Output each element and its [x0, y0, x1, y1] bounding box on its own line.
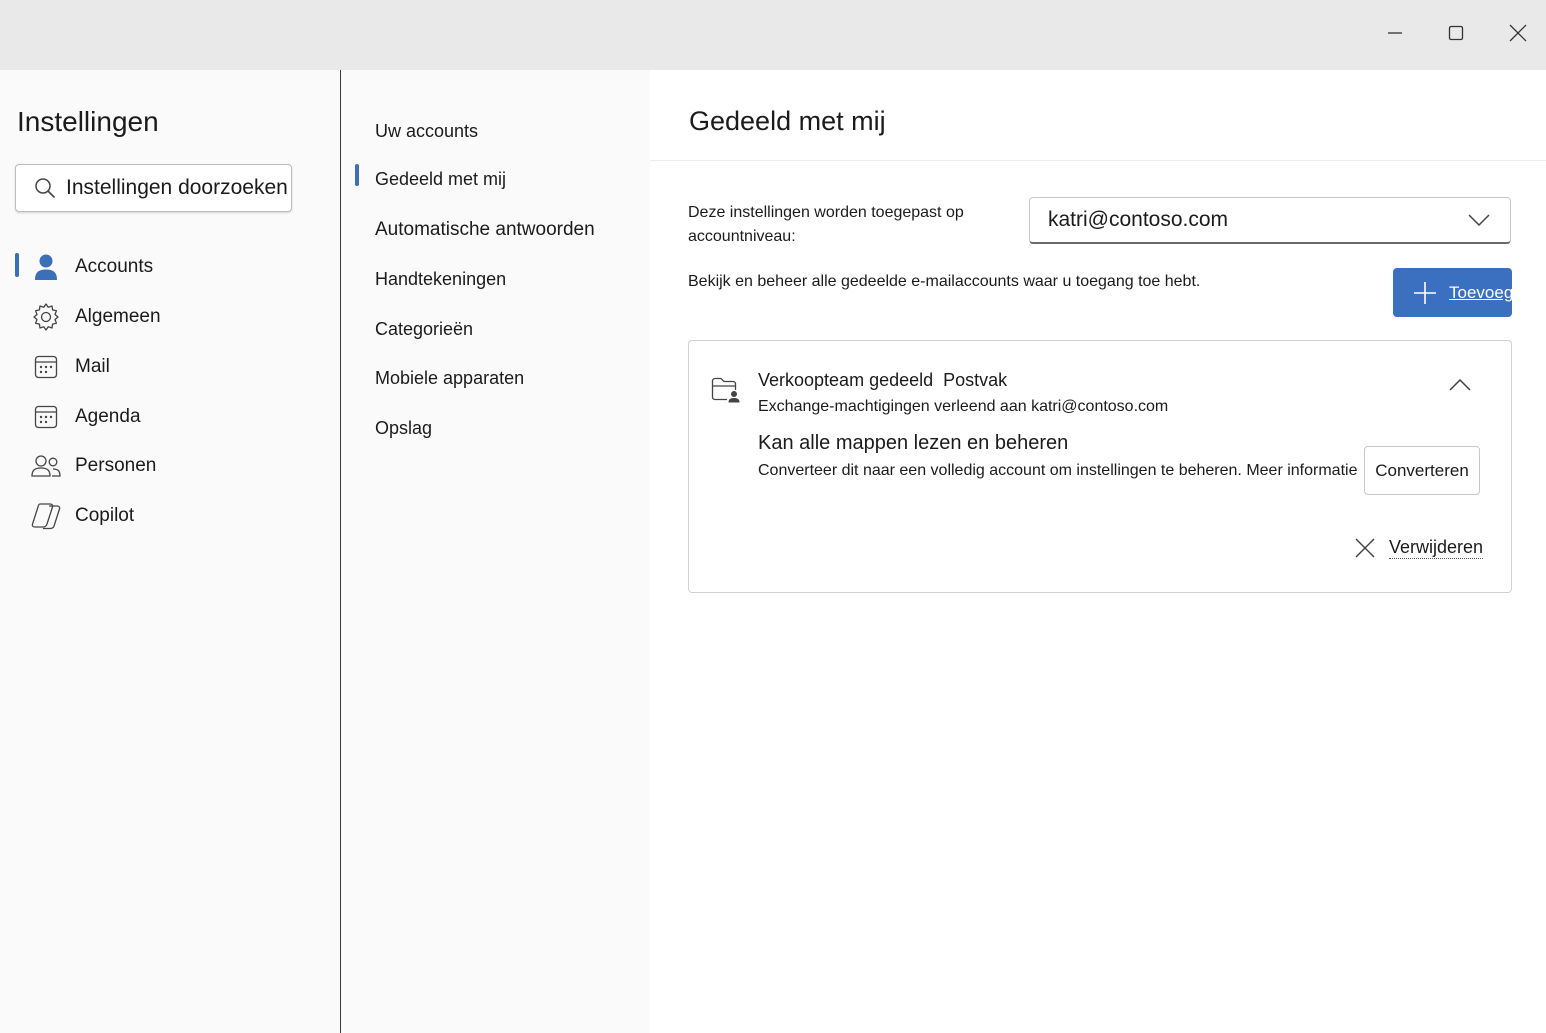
shared-folder-icon: [711, 377, 741, 408]
mailbox-name: Verkoopteam gedeeld Postvak: [758, 370, 1007, 391]
close-button[interactable]: [1501, 16, 1535, 50]
subnav-item-your-accounts[interactable]: Uw accounts: [375, 121, 478, 142]
mailbox-type: Postvak: [943, 370, 1008, 390]
account-level-text: Deze instellingen worden toegepast op ac…: [688, 204, 964, 245]
person-icon: [30, 251, 62, 283]
shared-mailbox-card: Verkoopteam gedeeld Postvak Exchange-mach…: [688, 340, 1512, 593]
mail-icon: [30, 351, 62, 383]
mailbox-name-text: Verkoopteam gedeeld: [758, 370, 934, 390]
sidebar-item-people[interactable]: Personen: [30, 446, 320, 486]
subnav-item-shared-with-me[interactable]: Gedeeld met mij: [375, 169, 506, 190]
sidebar-item-label: Agenda: [75, 406, 141, 427]
chevron-down-icon: [1468, 214, 1490, 226]
search-input[interactable]: [66, 176, 291, 200]
sidebar-item-calendar[interactable]: Agenda: [30, 397, 320, 437]
settings-sidebar: Instellingen Accounts Algemeen Mail: [0, 70, 341, 1033]
gear-icon: [30, 301, 62, 333]
minimize-icon: [1388, 32, 1402, 34]
copilot-icon: [30, 500, 62, 532]
add-button[interactable]: Toevoegen: [1393, 268, 1512, 317]
sidebar-item-copilot[interactable]: Copilot: [30, 496, 320, 536]
access-title: Kan alle mappen lezen en beheren: [758, 432, 1069, 454]
plus-icon: [1413, 281, 1437, 305]
people-icon: [30, 450, 62, 482]
close-icon: [1355, 538, 1375, 558]
subnav-item-mobile-devices[interactable]: Mobiele apparaten: [375, 368, 524, 389]
search-icon: [34, 177, 56, 199]
close-icon: [1509, 24, 1527, 42]
settings-window: Instellingen Accounts Algemeen Mail: [0, 70, 1546, 1033]
maximize-icon: [1448, 25, 1464, 41]
sidebar-item-label: Personen: [75, 455, 157, 476]
subnav-item-automatic-replies[interactable]: Automatische antwoorden: [375, 219, 595, 241]
more-info-link[interactable]: Meer informatie: [1246, 462, 1357, 479]
selected-indicator: [15, 253, 19, 277]
subnav-item-storage[interactable]: Opslag: [375, 418, 432, 439]
remove-button-label: Verwijderen: [1389, 537, 1484, 559]
sidebar-item-label: Copilot: [75, 505, 135, 526]
account-select-value: katri@contoso.com: [1048, 208, 1229, 231]
manage-description: Bekijk en beheer alle gedeelde e-mailacc…: [688, 273, 1201, 290]
subnav-item-signatures[interactable]: Handtekeningen: [375, 269, 506, 290]
main-content: Gedeeld met mij Deze instellingen worden…: [650, 70, 1546, 1033]
settings-title: Instellingen: [17, 106, 159, 137]
convert-description-text: Converteer dit naar een volledig account…: [758, 462, 1242, 479]
chevron-up-icon[interactable]: [1449, 379, 1471, 391]
accounts-subnav: Uw accounts Gedeeld met mij Automatische…: [341, 70, 650, 1033]
page-title: Gedeeld met mij: [689, 106, 886, 136]
sidebar-item-mail[interactable]: Mail: [30, 347, 320, 387]
calendar-icon: [30, 401, 62, 433]
convert-button[interactable]: Converteren: [1364, 446, 1480, 495]
title-bar: [0, 0, 1546, 70]
minimize-button[interactable]: [1378, 16, 1412, 50]
sidebar-item-label: Algemeen: [75, 306, 161, 327]
selected-indicator: [355, 164, 359, 186]
convert-description: Converteer dit naar een volledig account…: [758, 462, 1357, 480]
sidebar-item-accounts[interactable]: Accounts: [30, 247, 320, 287]
sidebar-item-label: Mail: [75, 356, 110, 377]
header-divider: [650, 160, 1546, 161]
sidebar-item-label: Accounts: [75, 256, 154, 277]
add-button-label: Toevoegen: [1449, 282, 1512, 302]
subnav-item-categories[interactable]: Categorieën: [375, 319, 473, 340]
sidebar-item-general[interactable]: Algemeen: [30, 297, 320, 337]
mailbox-permissions: Exchange-machtigingen verleend aan katri…: [758, 398, 1169, 415]
remove-button[interactable]: Verwijderen: [1355, 537, 1484, 559]
settings-search[interactable]: [15, 164, 292, 212]
account-select[interactable]: katri@contoso.com: [1029, 197, 1511, 244]
maximize-button[interactable]: [1439, 16, 1473, 50]
